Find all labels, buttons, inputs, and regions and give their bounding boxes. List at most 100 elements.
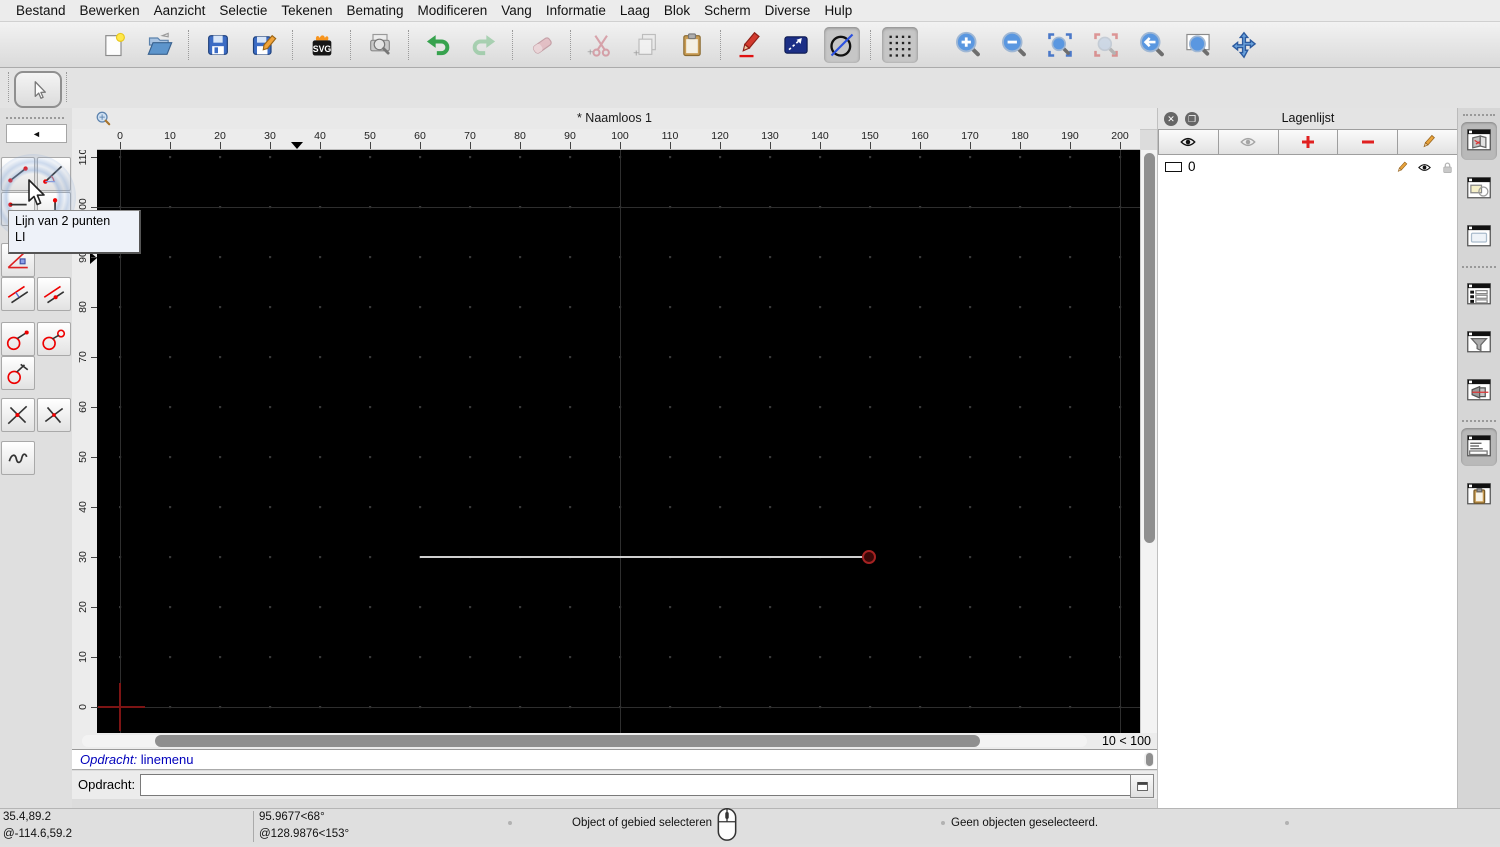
ruler-corner — [72, 129, 97, 150]
tool-parallel-through-point[interactable] — [37, 277, 71, 311]
pen-settings-button[interactable] — [732, 27, 768, 63]
open-file-button[interactable] — [142, 27, 178, 63]
dock-library-browser-button[interactable] — [1461, 218, 1497, 256]
command-detach-button[interactable] — [1130, 774, 1154, 798]
palette-back-button[interactable]: ◄ — [6, 124, 67, 143]
print-preview-button[interactable] — [362, 27, 398, 63]
layer-row[interactable]: 0 — [1158, 157, 1458, 177]
tool-orthogonal-circle[interactable] — [1, 356, 35, 390]
drawn-line-entity[interactable] — [420, 556, 869, 558]
horizontal-scrollbar[interactable]: 10 < 100 — [72, 733, 1157, 749]
tool-tangent-point-circle[interactable] — [1, 322, 35, 356]
menu-item-bestand[interactable]: Bestand — [16, 3, 66, 18]
zoom-window-button[interactable] — [1180, 27, 1216, 63]
menu-item-hulp[interactable]: Hulp — [824, 3, 852, 18]
command-history: Opdracht: linemenu — [72, 749, 1157, 770]
detach-window-icon — [1136, 781, 1148, 791]
undo-icon — [426, 34, 450, 55]
eye-icon[interactable] — [1417, 160, 1432, 175]
lock-icon[interactable] — [1440, 160, 1455, 175]
grid-toggle-button[interactable] — [882, 26, 918, 63]
zoom-selection-button[interactable] — [1088, 27, 1124, 63]
parallel-point-icon — [43, 285, 65, 304]
tool-freehand[interactable] — [1, 441, 35, 475]
redo-button[interactable] — [466, 27, 502, 63]
pencil-icon[interactable] — [1394, 160, 1409, 175]
add-layer-button[interactable] — [1278, 129, 1339, 155]
ruler-left-label: 50 — [77, 451, 89, 463]
save-button[interactable] — [200, 27, 236, 63]
ruler-top-label: 110 — [661, 130, 679, 142]
horizontal-scrollbar-thumb[interactable] — [155, 735, 980, 747]
dock-property-editor-button[interactable] — [1461, 276, 1497, 314]
save-as-button[interactable] — [246, 27, 282, 63]
palette-drag-handle[interactable] — [6, 117, 64, 122]
dock-drag-handle[interactable] — [1463, 114, 1495, 119]
tool-bisector[interactable] — [1, 398, 35, 432]
measure-button[interactable] — [778, 27, 814, 63]
ruler-tick — [920, 142, 921, 149]
remove-layer-button[interactable] — [1338, 129, 1399, 155]
dock-layer-list-button[interactable] — [1461, 122, 1497, 160]
ruler-tick — [820, 142, 821, 149]
edit-layer-button[interactable] — [1398, 129, 1458, 155]
command-history-scrollbar[interactable] — [1144, 752, 1154, 767]
vertical-scrollbar-thumb[interactable] — [1144, 153, 1155, 543]
restrict-off-button[interactable] — [824, 26, 860, 63]
zoom-fit-button[interactable] — [1042, 27, 1078, 63]
ruler-tick — [270, 142, 271, 149]
undo-button[interactable] — [420, 27, 456, 63]
bisector-icon — [7, 405, 28, 425]
eraser-icon — [532, 36, 552, 54]
dock-command-line-button[interactable] — [1461, 428, 1497, 466]
menu-item-informatie[interactable]: Informatie — [546, 3, 606, 18]
menu-item-modificeren[interactable]: Modificeren — [418, 3, 488, 18]
pointer-icon — [34, 80, 46, 99]
new-file-button[interactable] — [96, 27, 132, 63]
menu-item-tekenen[interactable]: Tekenen — [281, 3, 332, 18]
show-all-layers-button[interactable] — [1158, 129, 1219, 155]
tool-tangent-two-circles[interactable] — [37, 322, 71, 356]
cut-button[interactable]: + — [582, 27, 618, 63]
command-input[interactable] — [140, 774, 1133, 796]
dock-tool-options-button[interactable] — [1461, 372, 1497, 410]
statusbar-separator — [253, 811, 254, 842]
mouse-button-hint: Object of gebied selecteren — [572, 817, 713, 829]
menu-item-scherm[interactable]: Scherm — [704, 3, 751, 18]
svg-text:+: + — [587, 46, 593, 58]
ruler-tick — [970, 142, 971, 149]
pan-button[interactable] — [1226, 27, 1262, 63]
vertical-scrollbar[interactable] — [1140, 150, 1157, 733]
zoom-out-button[interactable] — [996, 27, 1032, 63]
copy-button[interactable]: + — [628, 27, 664, 63]
menu-item-bemating[interactable]: Bemating — [346, 3, 403, 18]
layer-color-swatch[interactable] — [1165, 162, 1182, 172]
svg-export-button[interactable]: SVG — [304, 27, 340, 63]
command-history-scrollbar-thumb[interactable] — [1145, 753, 1153, 766]
drawing-canvas[interactable] — [97, 150, 1140, 733]
zoom-in-button[interactable] — [950, 27, 986, 63]
menu-item-diverse[interactable]: Diverse — [765, 3, 811, 18]
menu-item-bewerken[interactable]: Bewerken — [80, 3, 140, 18]
copy-icon: + — [633, 33, 656, 59]
dock-selection-filter-button[interactable] — [1461, 324, 1497, 362]
menu-item-blok[interactable]: Blok — [664, 3, 690, 18]
property-panel-icon — [1467, 283, 1491, 305]
document-titlebar[interactable]: * Naamloos 1 — [72, 108, 1157, 130]
menu-item-vang[interactable]: Vang — [501, 3, 532, 18]
ruler-tick — [1120, 142, 1121, 149]
menu-item-selectie[interactable]: Selectie — [219, 3, 267, 18]
menu-item-aanzicht[interactable]: Aanzicht — [154, 3, 206, 18]
tool-cross-intersection[interactable] — [37, 398, 71, 432]
tooltip-title: Lijn van 2 punten — [15, 214, 111, 228]
dock-block-list-button[interactable] — [1461, 170, 1497, 208]
hide-all-layers-button[interactable] — [1218, 129, 1279, 155]
paste-button[interactable] — [674, 27, 710, 63]
zoom-previous-button[interactable] — [1134, 27, 1170, 63]
delete-button[interactable] — [524, 27, 560, 63]
tool-parallel-distance[interactable] — [1, 277, 35, 311]
dock-clipboard-button[interactable] — [1461, 476, 1497, 514]
menu-item-laag[interactable]: Laag — [620, 3, 650, 18]
selection-pointer-button[interactable] — [14, 71, 62, 108]
svg-text:SVG: SVG — [313, 44, 332, 54]
